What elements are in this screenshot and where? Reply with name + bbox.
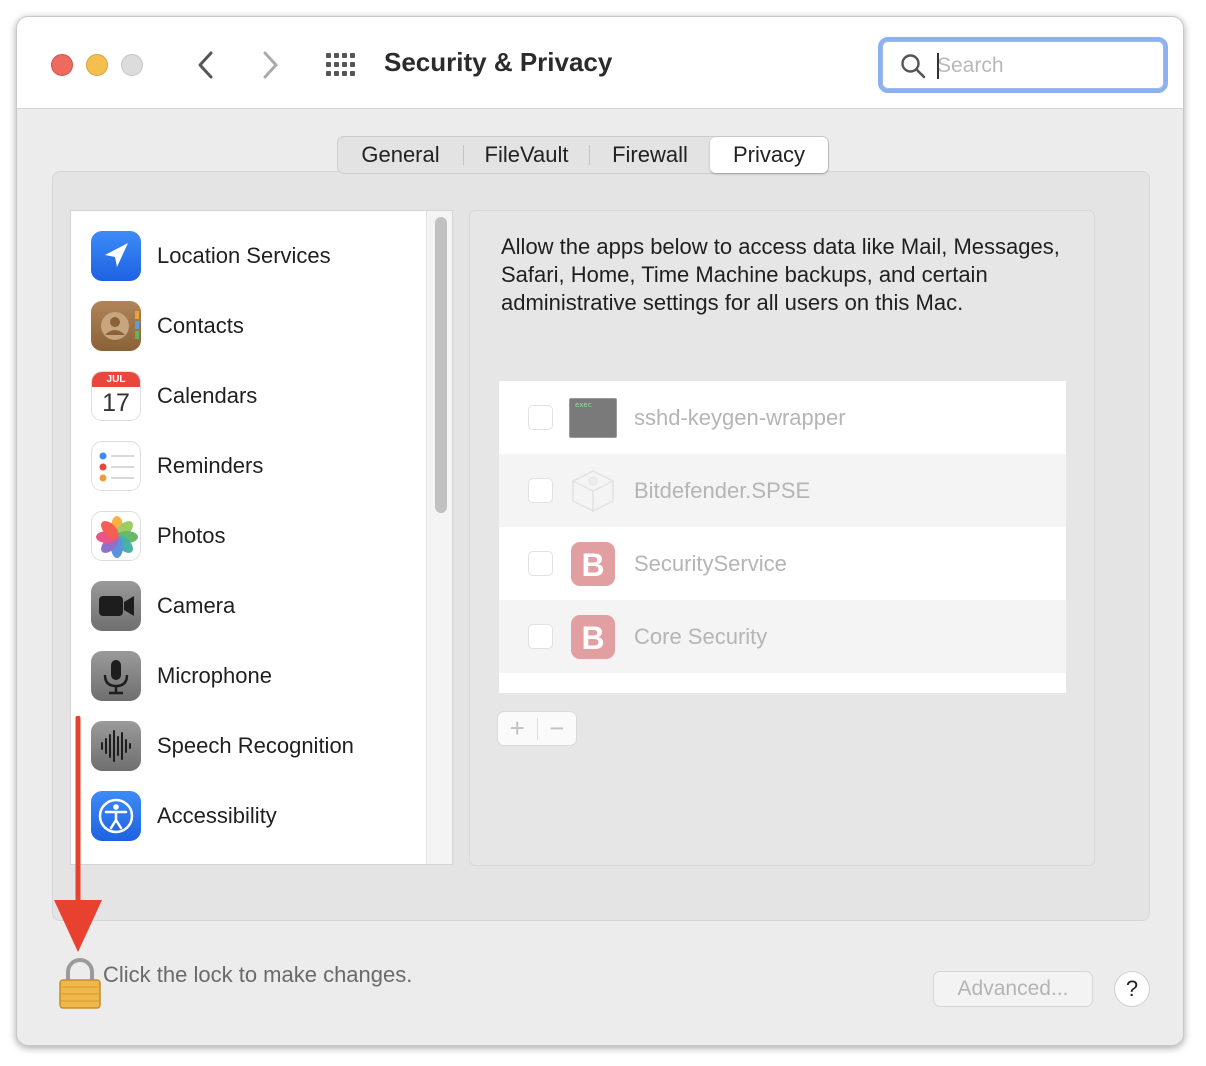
app-row-securityservice[interactable]: B SecurityService [499,527,1066,600]
tab-general[interactable]: General [338,137,463,173]
sidebar-item-accessibility[interactable]: Accessibility [91,791,277,841]
sidebar-item-label: Microphone [157,663,272,688]
sidebar-item-microphone[interactable]: Microphone [91,651,272,701]
bitdefender-b-icon: B [571,541,615,586]
tab-firewall[interactable]: Firewall [590,137,710,173]
back-chevron-icon[interactable] [191,49,221,81]
annotation-arrow-icon [54,716,102,952]
app-row-core-security[interactable]: B Core Security [499,600,1066,673]
app-row-sshd-keygen-wrapper[interactable]: exec sshd-keygen-wrapper [499,381,1066,454]
lock-status-text: Click the lock to make changes. [103,962,413,987]
forward-chevron-icon[interactable] [255,49,285,81]
sidebar-item-reminders[interactable]: Reminders [91,441,263,491]
sidebar-item-label: Speech Recognition [157,733,354,758]
help-button[interactable]: ? [1114,971,1150,1007]
camera-icon [91,581,141,631]
search-icon [901,54,926,79]
svg-text:B: B [581,547,604,583]
app-checkbox[interactable] [528,405,553,430]
sidebar-item-contacts[interactable]: Contacts [91,301,244,351]
privacy-description: Allow the apps below to access data like… [501,234,1060,315]
sidebar-item-location-services[interactable]: Location Services [91,231,331,281]
app-name: Core Security [634,623,768,649]
system-extension-icon [572,469,614,512]
terminal-icon-text: exec [575,400,592,409]
sidebar-item-label: Calendars [157,383,258,408]
tab-filevault[interactable]: FileVault [464,137,589,173]
app-name: sshd-keygen-wrapper [634,404,846,430]
tab-privacy[interactable]: Privacy [710,137,828,173]
privacy-category-list: Location Services Contacts JUL 17 Calend… [70,210,453,865]
add-remove-control: + − [497,711,577,746]
close-window-button[interactable] [51,54,73,76]
terminal-exec-icon: exec [569,394,617,442]
sidebar-item-label: Photos [157,523,226,548]
app-permission-list: exec sshd-keygen-wrapper Bitdefender.SPS… [499,381,1066,693]
sidebar-item-label: Reminders [157,453,264,478]
calendar-month: JUL [92,372,140,387]
microphone-icon [91,651,141,701]
app-name: SecurityService [634,550,787,576]
tab-bar: General FileVault Firewall Privacy [337,136,829,174]
contacts-icon [91,301,141,351]
search-field[interactable] [878,37,1168,93]
calendar-day: 17 [102,389,130,417]
sidebar-item-calendars[interactable]: JUL 17 Calendars [91,371,257,421]
sidebar-scrollbar[interactable] [426,211,452,864]
calendar-icon: JUL 17 [91,371,141,421]
sidebar-item-camera[interactable]: Camera [91,581,235,631]
photos-icon [91,511,141,561]
search-input[interactable] [937,51,1147,81]
privacy-detail-panel: Allow the apps below to access data like… [469,210,1095,866]
show-all-grid-icon[interactable] [324,51,360,79]
location-arrow-icon [91,231,141,281]
add-app-button[interactable]: + [498,712,537,745]
lock-icon[interactable] [58,958,102,1010]
sidebar-item-label: Contacts [157,313,244,338]
sidebar-item-speech-recognition[interactable]: Speech Recognition [91,721,354,771]
svg-text:B: B [581,620,604,656]
text-caret [937,53,939,79]
window-title: Security & Privacy [384,47,613,77]
sidebar-item-photos[interactable]: Photos [91,511,226,561]
sidebar-item-label: Camera [157,593,236,618]
bitdefender-b-icon: B [571,614,615,659]
advanced-button[interactable]: Advanced... [933,971,1093,1007]
app-row-bitdefender-spse[interactable]: Bitdefender.SPSE [499,454,1066,527]
remove-app-button[interactable]: − [537,712,576,745]
app-checkbox[interactable] [528,624,553,649]
app-checkbox[interactable] [528,478,553,503]
minimize-window-button[interactable] [86,54,108,76]
sidebar-item-label: Location Services [157,243,331,268]
title-bar: Security & Privacy [17,17,1183,109]
sidebar-scroll-thumb[interactable] [435,217,447,513]
zoom-window-button[interactable] [121,54,143,76]
sidebar-item-label: Accessibility [157,803,277,828]
app-checkbox[interactable] [528,551,553,576]
reminders-icon [91,441,141,491]
app-name: Bitdefender.SPSE [634,477,811,503]
